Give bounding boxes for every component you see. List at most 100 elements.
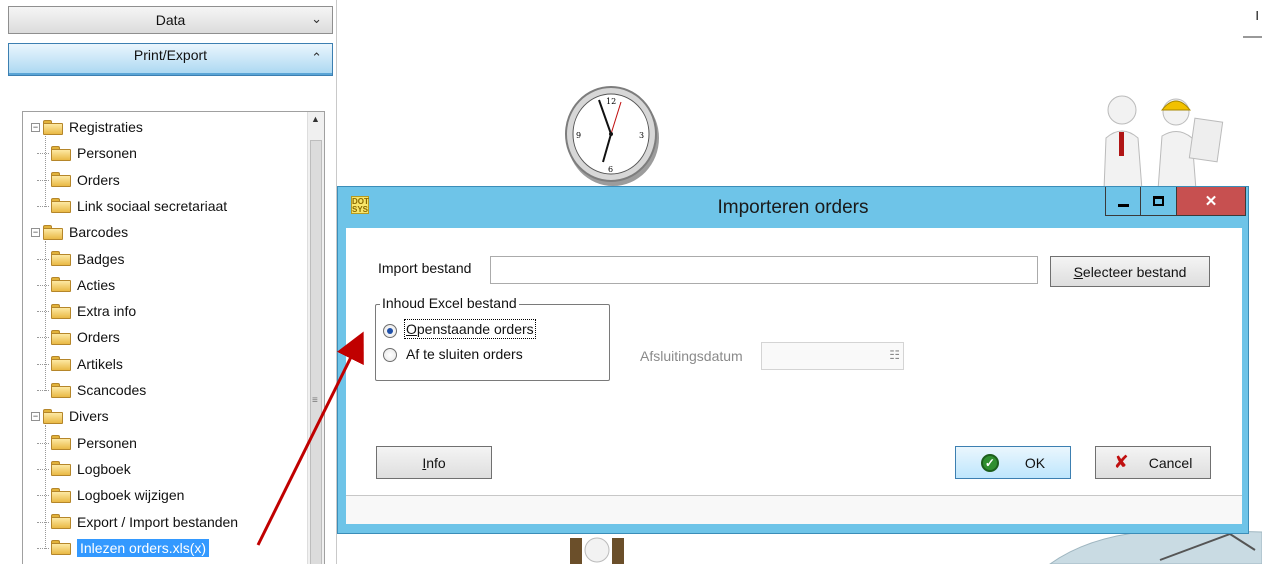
tree-item-label: Orders: [77, 329, 120, 346]
folder-icon: [51, 172, 71, 188]
left-navigation-panel: Data ⌄ Print/Export ⌃ ▲ ≡ − Registraties P…: [0, 0, 337, 564]
folder-icon: [43, 119, 63, 135]
import-file-input[interactable]: [490, 256, 1038, 284]
tree-item[interactable]: Scancodes: [37, 379, 146, 401]
tree-item-label: Divers: [69, 408, 109, 425]
maximize-button[interactable]: [1141, 187, 1177, 216]
scroll-grip-icon: ≡: [312, 395, 318, 406]
svg-text:9: 9: [576, 131, 581, 140]
radio-close-orders[interactable]: [383, 348, 397, 362]
cancel-button[interactable]: ✘ Cancel: [1095, 446, 1211, 479]
accordion-print-label: Print/Export: [133, 46, 208, 63]
tree-connector: [37, 495, 49, 497]
radio-open-orders[interactable]: [383, 324, 397, 338]
tree-item-label: Registraties: [69, 119, 143, 135]
tree-connector: [37, 284, 49, 286]
tree-connector: [37, 179, 49, 181]
closing-date-field[interactable]: ☷: [761, 342, 904, 370]
report-tree: ▲ ≡ − Registraties Personen Orders Link soci…: [22, 111, 325, 564]
radio-open-orders-label[interactable]: Openstaande orders: [404, 319, 536, 339]
folder-icon: [43, 408, 63, 424]
scroll-up-icon[interactable]: ▲: [311, 114, 320, 124]
tree-group[interactable]: − Barcodes: [31, 221, 128, 243]
ok-button-label: OK: [1024, 454, 1046, 471]
tree-item[interactable]: Orders: [37, 169, 120, 191]
chevron-up-icon: ⌃: [311, 50, 322, 65]
select-file-button[interactable]: Selecteer bestand: [1050, 256, 1210, 287]
folder-icon: [51, 198, 71, 214]
accordion-print-export[interactable]: Print/Export ⌃: [8, 43, 333, 76]
tree-item-label: Acties: [77, 276, 116, 293]
tree-connector: [37, 258, 49, 260]
dialog-statusbar: [346, 495, 1242, 524]
info-button-label: Info: [422, 454, 446, 471]
tree-connector: [37, 311, 49, 313]
select-file-label: Selecteer bestand: [1073, 263, 1187, 280]
tree-scrollbar[interactable]: ▲ ≡: [307, 112, 324, 564]
tree-connector: [37, 521, 49, 523]
minimize-button[interactable]: [1105, 187, 1141, 216]
tree-item[interactable]: Link sociaal secretariaat: [37, 195, 228, 217]
tree-item[interactable]: Logboek wijzigen: [37, 484, 185, 506]
tree-item[interactable]: Personen: [37, 142, 137, 164]
svg-text:6: 6: [608, 165, 613, 174]
people-illustration: [1103, 95, 1224, 190]
tree-item[interactable]: Personen: [37, 432, 137, 454]
close-button[interactable]: ✕: [1177, 187, 1246, 216]
accordion-data[interactable]: Data ⌄: [8, 6, 333, 34]
svg-text:3: 3: [639, 131, 644, 140]
collapse-toggle-icon[interactable]: −: [31, 411, 40, 421]
folder-icon: [51, 514, 71, 529]
tree-connector: [37, 442, 49, 444]
chevron-down-icon: ⌄: [311, 11, 322, 26]
collapse-toggle-icon[interactable]: −: [31, 227, 40, 237]
dialog-titlebar[interactable]: DOT SYS Importeren orders ✕: [338, 187, 1248, 228]
folder-icon: [51, 487, 71, 503]
maximize-icon: [1153, 196, 1164, 206]
tree-item-label: Inlezen orders.xls(x): [77, 538, 210, 557]
tree-connector: [45, 425, 46, 549]
group-legend: Inhoud Excel bestand: [380, 295, 519, 311]
tree-item-label: Logboek wijzigen: [77, 487, 185, 504]
tree-item-label: Artikels: [77, 355, 123, 372]
tree-item[interactable]: Orders: [37, 326, 120, 348]
ok-check-icon: ✓: [980, 453, 999, 472]
cancel-button-label: Cancel: [1148, 454, 1193, 471]
folder-icon: [51, 329, 71, 345]
info-button[interactable]: Info: [376, 446, 492, 479]
tree-item[interactable]: Badges: [37, 248, 124, 270]
folder-icon: [51, 145, 71, 161]
tree-item-label: Export / Import bestanden: [77, 513, 239, 530]
tree-connector: [37, 363, 49, 365]
tree-item[interactable]: Logboek: [37, 458, 131, 480]
import-file-label: Import bestand: [378, 260, 472, 276]
svg-text:12: 12: [606, 97, 616, 106]
screen: Data ⌄ Print/Export ⌃ ▲ ≡ − Registraties P…: [0, 0, 1262, 564]
minimize-icon: [1117, 204, 1129, 207]
folder-icon: [51, 356, 71, 372]
tree-connector: [37, 205, 49, 207]
tree-item[interactable]: Inlezen orders.xls(x): [37, 537, 210, 559]
dialog-content: Import bestand Selecteer bestand Inhoud …: [346, 228, 1242, 524]
tree-item[interactable]: Extra info: [37, 300, 136, 322]
ok-button[interactable]: ✓ OK: [955, 446, 1071, 479]
scroll-thumb[interactable]: [310, 140, 322, 564]
tree-group[interactable]: − Registraties: [31, 116, 143, 138]
clock-illustration: 12 3 6 9: [565, 86, 659, 186]
tree-item[interactable]: Acties: [37, 274, 116, 296]
tree-item-label: Link sociaal secretariaat: [77, 197, 228, 214]
folder-icon: [43, 224, 63, 240]
corner-button[interactable]: I: [1243, 8, 1262, 38]
tree-connector: [37, 390, 49, 391]
tree-group[interactable]: − Divers: [31, 405, 109, 427]
tree-item[interactable]: Artikels: [37, 353, 123, 375]
calendar-icon[interactable]: ☷: [889, 348, 900, 362]
folder-icon: [51, 435, 71, 451]
collapse-toggle-icon[interactable]: −: [31, 122, 40, 132]
close-icon: ✕: [1204, 193, 1218, 210]
tree-connector: [37, 153, 49, 155]
radio-close-orders-label[interactable]: Af te sluiten orders: [406, 346, 523, 362]
tree-item[interactable]: Export / Import bestanden: [37, 511, 239, 533]
folder-icon: [51, 540, 71, 556]
folder-icon: [51, 303, 71, 319]
